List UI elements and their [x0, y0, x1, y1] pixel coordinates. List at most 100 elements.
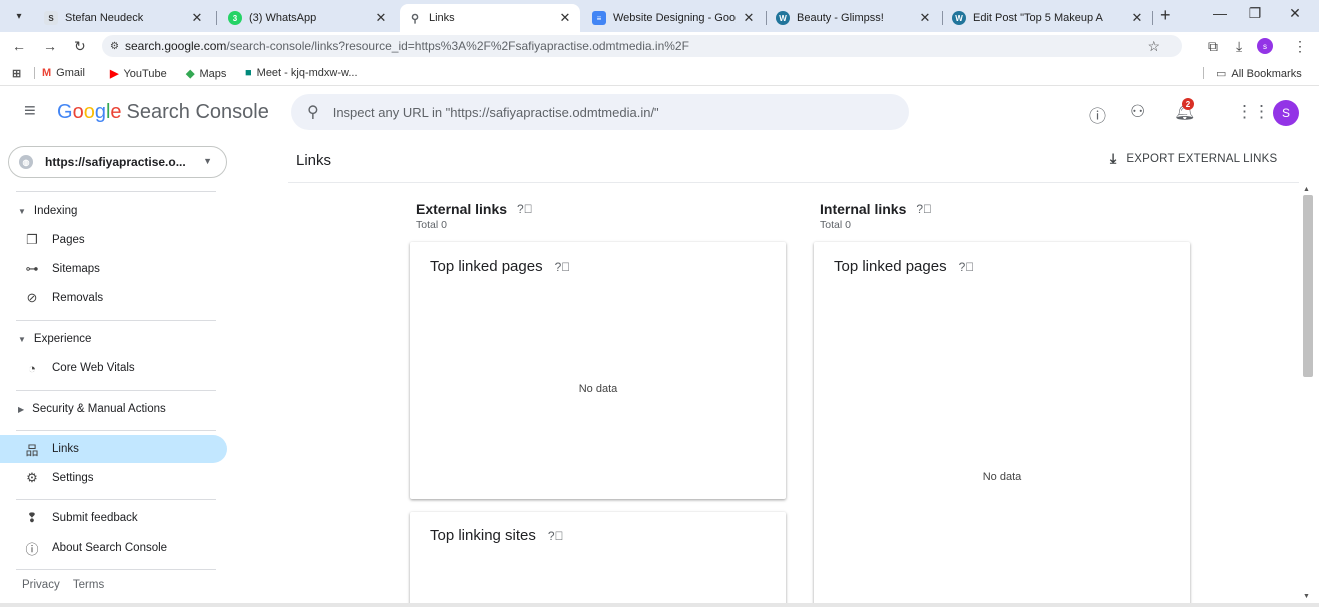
sitemap-icon: ⊶ [25, 261, 39, 276]
sidebar-item-pages[interactable]: ❐ Pages [0, 226, 227, 254]
privacy-link[interactable]: Privacy [22, 579, 60, 591]
sidebar-item-label: Core Web Vitals [52, 362, 135, 374]
download-icon[interactable]: ⤓ [1236, 38, 1242, 55]
sidebar-item-about[interactable]: ⓘ About Search Console [0, 534, 227, 562]
tab-title: Stefan Neudeck [65, 12, 144, 24]
external-links-heading: External links ?⃝ [416, 201, 533, 217]
close-icon[interactable]: ✕ [742, 10, 756, 26]
sidebar-item-links[interactable]: 品 Links [0, 435, 227, 463]
property-selector[interactable]: ◍ https://safiyapractise.o... ▼ [8, 146, 227, 178]
apps-icon[interactable]: ⋮⋮ [1236, 102, 1270, 122]
wordpress-icon: W [776, 11, 790, 25]
help-icon[interactable]: ?⃝ [517, 202, 533, 216]
tab-search-button[interactable]: ▾ [8, 6, 30, 26]
close-icon[interactable]: ✕ [190, 10, 204, 26]
all-bookmarks[interactable]: ▭ All Bookmarks [1216, 67, 1302, 81]
export-external-links-button[interactable]: ⤓ EXPORT EXTERNAL LINKS [1110, 150, 1277, 167]
card-title: Top linked pages ?⃝ [430, 258, 570, 275]
sidebar-item-sitemaps[interactable]: ⊶ Sitemaps [0, 255, 227, 283]
bookmark-youtube[interactable]: ▶ YouTube [110, 67, 167, 81]
account-avatar[interactable]: S [1273, 100, 1299, 126]
sidebar-item-label: Removals [52, 292, 104, 304]
sidebar-divider [16, 390, 216, 391]
section-label: Indexing [33, 205, 78, 217]
apps-grid-icon[interactable]: ⊞ [12, 67, 26, 80]
pages-icon: ❐ [26, 232, 38, 247]
bookmark-label: Meet - kjq-mdxw-w... [256, 67, 358, 79]
forward-icon[interactable]: → [43, 38, 57, 54]
scroll-up-icon[interactable]: ▲ [1303, 186, 1310, 193]
menu-icon[interactable]: ≡ [24, 100, 36, 123]
close-icon[interactable]: ✕ [558, 10, 572, 26]
product-logo[interactable]: Google Search Console [57, 101, 269, 124]
help-icon[interactable]: ?⃝ [548, 529, 564, 543]
close-icon[interactable]: ✕ [374, 10, 388, 26]
tab-title: Beauty - Glimpss! [797, 12, 884, 24]
property-label: https://safiyapractise.o... [45, 155, 186, 169]
new-tab-icon[interactable]: + [1160, 5, 1171, 26]
chevron-down-icon: ▼ [203, 156, 212, 166]
url-inspection-input[interactable] [332, 104, 873, 120]
back-icon[interactable]: ← [12, 38, 26, 54]
browser-tab[interactable]: 3 (3) WhatsApp ✕ [220, 4, 396, 32]
sidebar-item-label: Pages [52, 234, 85, 246]
terms-link[interactable]: Terms [73, 579, 104, 591]
browser-tab[interactable]: S Stefan Neudeck ✕ [36, 4, 212, 32]
browser-tab-active[interactable]: ⚲ Links ✕ [400, 4, 580, 32]
globe-icon: ◍ [19, 155, 33, 169]
whatsapp-icon: 3 [228, 11, 242, 25]
tab-separator [942, 11, 943, 25]
all-bookmarks-label: All Bookmarks [1231, 67, 1302, 80]
sidebar-item-submit-feedback[interactable]: ❢ Submit feedback [0, 504, 227, 532]
browser-tab[interactable]: ≡ Website Designing - Googl ✕ [584, 4, 764, 32]
bookmark-star-icon[interactable]: ☆ [1147, 38, 1160, 55]
wordpress-icon: W [952, 11, 966, 25]
address-bar[interactable]: ⚙ search.google.com/search-console/links… [102, 35, 1182, 57]
minimize-icon[interactable]: — [1205, 5, 1235, 21]
scrollbar-thumb[interactable] [1303, 195, 1313, 377]
scroll-down-icon[interactable]: ▼ [1303, 593, 1310, 600]
speed-gauge-icon: ◔ [28, 360, 36, 376]
bookmark-gmail[interactable]: M Gmail [42, 67, 85, 79]
external-top-linking-sites-card: Top linking sites ?⃝ [410, 512, 786, 607]
heading-text: Internal links [820, 201, 907, 217]
bottom-edge [0, 603, 1319, 607]
sidebar-divider [16, 320, 216, 321]
settings-gear-icon: ⚙ [26, 470, 38, 485]
sidebar-item-settings[interactable]: ⚙ Settings [0, 464, 227, 492]
sidebar-section-experience[interactable]: ▼ Experience [18, 333, 91, 345]
search-icon: ⚲ [307, 104, 319, 121]
sidebar-item-core-web-vitals[interactable]: ◔ Core Web Vitals [0, 354, 227, 382]
extensions-icon[interactable]: ⧉ [1208, 38, 1218, 55]
help-icon[interactable]: ?⃝ [959, 260, 975, 274]
bookmark-maps[interactable]: ◆ Maps [186, 67, 226, 81]
card-title: Top linked pages ?⃝ [834, 258, 974, 275]
help-icon[interactable]: ?⃝ [555, 260, 571, 274]
tab-separator [1152, 11, 1153, 25]
restore-icon[interactable]: ❐ [1240, 5, 1270, 22]
site-info-icon[interactable]: ⚙ [110, 41, 119, 52]
external-links-total: Total 0 [416, 219, 447, 231]
tab-separator [766, 11, 767, 25]
help-icon[interactable]: ?⃝ [916, 202, 932, 216]
page-title: Links [296, 152, 332, 169]
bookmark-meet[interactable]: ■ Meet - kjq-mdxw-w... [245, 67, 358, 79]
sidebar-divider [16, 499, 216, 500]
browser-tab[interactable]: W Beauty - Glimpss! ✕ [768, 4, 940, 32]
manage-users-icon[interactable]: ⚇ [1130, 102, 1145, 122]
url-inspection-search[interactable]: ⚲ [291, 94, 909, 130]
close-icon[interactable]: ✕ [918, 10, 932, 26]
sidebar-section-indexing[interactable]: ▼ Indexing [18, 205, 77, 217]
reload-icon[interactable]: ↻ [74, 38, 86, 55]
close-icon[interactable]: ✕ [1130, 10, 1144, 26]
sidebar-item-removals[interactable]: ⊘ Removals [0, 284, 227, 312]
browser-toolbar: ← → ↻ ⚙ search.google.com/search-console… [0, 32, 1319, 60]
close-window-icon[interactable]: ✕ [1280, 5, 1310, 22]
sidebar-item-label: Sitemaps [52, 263, 100, 275]
browser-tab[interactable]: W Edit Post "Top 5 Makeup A ✕ [944, 4, 1152, 32]
export-label: EXPORT EXTERNAL LINKS [1126, 152, 1278, 165]
profile-avatar[interactable]: s [1257, 38, 1273, 54]
more-menu-icon[interactable]: ⋮ [1293, 38, 1307, 55]
help-icon[interactable]: ⓘ [1089, 102, 1106, 127]
sidebar-section-security[interactable]: ▶ Security & Manual Actions [18, 403, 166, 415]
